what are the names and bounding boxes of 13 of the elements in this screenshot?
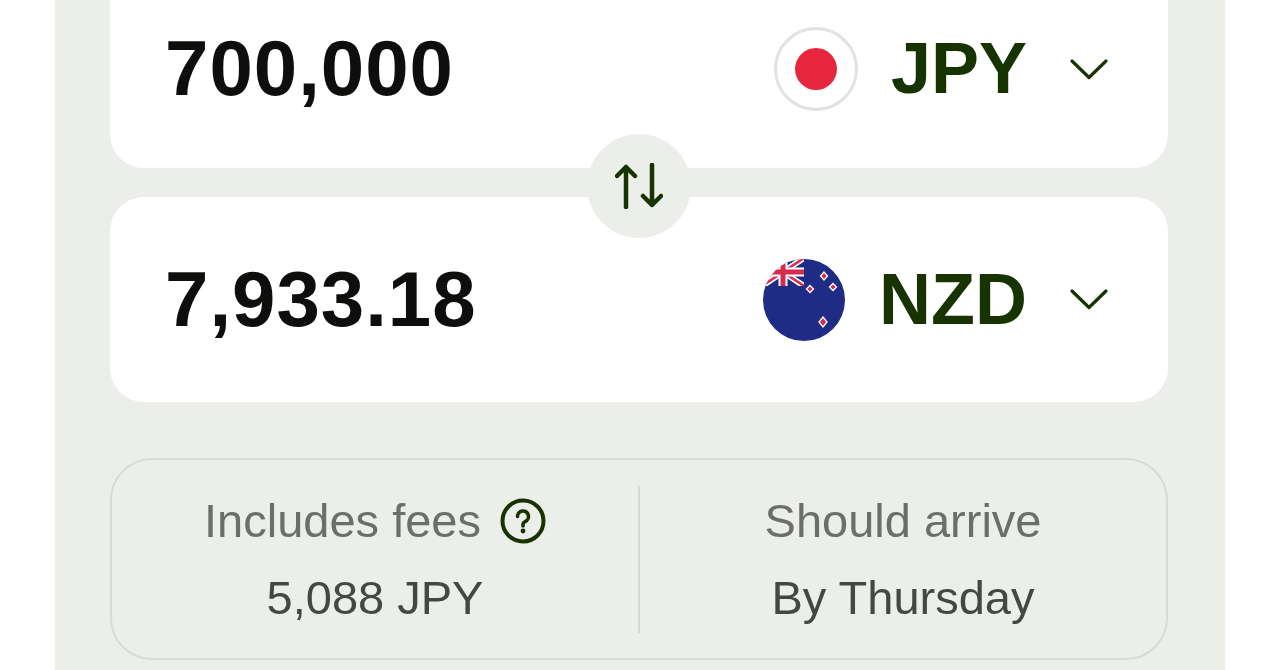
help-icon[interactable] bbox=[499, 497, 546, 544]
chevron-down-icon bbox=[1070, 58, 1108, 80]
currency-selector[interactable]: JPY bbox=[773, 27, 1108, 111]
currency-selector[interactable]: NZD bbox=[762, 257, 1108, 342]
chevron-down-icon bbox=[1070, 289, 1108, 310]
amount-input[interactable]: 700,000 bbox=[165, 26, 454, 112]
japan-flag-icon bbox=[773, 27, 858, 111]
up-down-arrows-icon bbox=[615, 163, 663, 209]
amount-input[interactable]: 7,933.18 bbox=[165, 256, 477, 343]
summary-value: By Thursday bbox=[771, 569, 1035, 626]
summary-value: 5,088 JPY bbox=[266, 569, 484, 626]
summary-label: Includes fees bbox=[204, 492, 481, 549]
summary-label: Should arrive bbox=[764, 492, 1042, 549]
